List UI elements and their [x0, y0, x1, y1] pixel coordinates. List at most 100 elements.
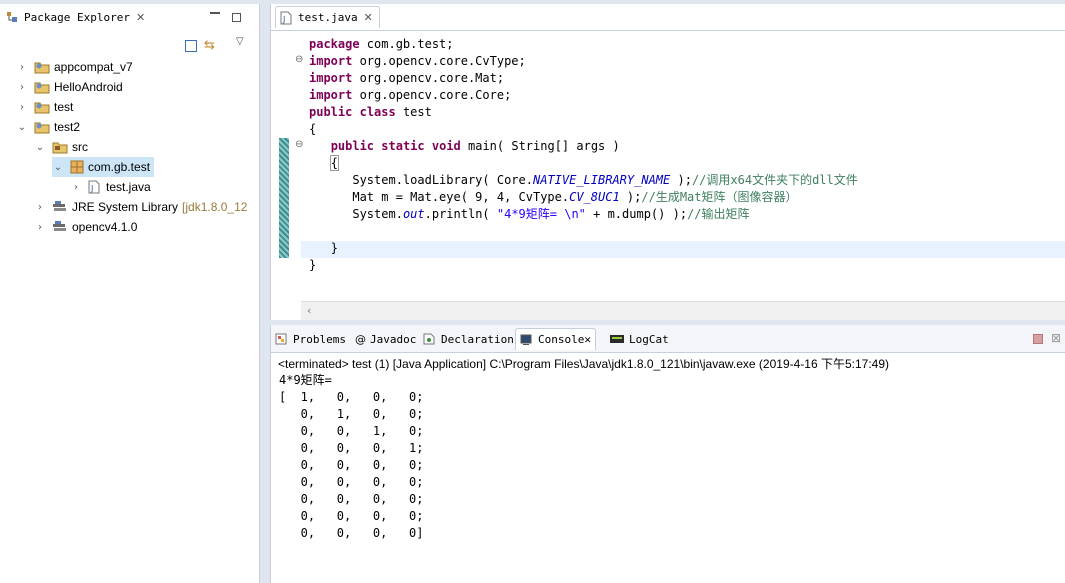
- tree-item-label: opencv4.1.0: [72, 220, 138, 234]
- library-icon: [52, 220, 68, 234]
- fold-collapse-icon[interactable]: ⊖: [295, 54, 303, 65]
- tree-item-label: test.java: [106, 180, 151, 194]
- code-line: {: [309, 122, 317, 136]
- tree-item-test-java[interactable]: › J test.java: [70, 177, 151, 197]
- horizontal-scrollbar[interactable]: ‹: [301, 301, 1065, 320]
- package-icon: [70, 160, 84, 174]
- terminate-icon[interactable]: [1033, 334, 1043, 344]
- tree-item-label: HelloAndroid: [54, 80, 123, 94]
- tree-item-test[interactable]: › test: [16, 97, 73, 117]
- remove-launch-icon[interactable]: ⊠: [1051, 331, 1061, 345]
- maximize-icon[interactable]: [232, 13, 241, 22]
- tree-item-jre-library[interactable]: › JRE System Library [jdk1.8.0_12: [34, 197, 247, 217]
- tab-label: Console: [538, 333, 585, 346]
- tab-label: LogCat: [629, 332, 669, 346]
- output-line: 0, 0, 1, 0;: [279, 424, 424, 438]
- console-output[interactable]: 4*9矩阵= [ 1, 0, 0, 0; 0, 1, 0, 0; 0, 0, 1,…: [279, 372, 424, 542]
- output-line: 0, 0, 0, 0;: [279, 475, 424, 489]
- link-with-editor-icon[interactable]: ⇆: [204, 38, 215, 53]
- expand-arrow-icon[interactable]: ›: [16, 82, 28, 93]
- expand-arrow-icon[interactable]: ›: [34, 222, 46, 233]
- terminated-status: <terminated> test (1) [Java Application]…: [278, 357, 889, 371]
- package-explorer-tab[interactable]: Package Explorer ✕: [6, 6, 145, 28]
- view-menu-icon[interactable]: ▽: [236, 36, 244, 47]
- expand-arrow-icon[interactable]: ›: [34, 202, 46, 213]
- code-line: }: [309, 258, 317, 272]
- project-icon: [34, 80, 50, 94]
- source-folder-icon: [52, 140, 68, 154]
- package-explorer-title: Package Explorer: [24, 10, 130, 24]
- tab-label: Declaration: [441, 332, 514, 346]
- package-explorer-tabbar: Package Explorer ✕: [0, 4, 259, 30]
- java-file-icon: J: [88, 180, 100, 194]
- code-line: import org.opencv.core.Mat;: [309, 71, 505, 85]
- tab-javadoc[interactable]: @ Javadoc: [355, 328, 416, 350]
- collapse-all-icon[interactable]: [185, 40, 197, 52]
- svg-text:J: J: [282, 15, 285, 24]
- tree-item-label: src: [72, 140, 88, 154]
- code-line: public static void main( String[] args ): [330, 139, 620, 153]
- tree-item-label: test: [54, 100, 74, 114]
- editor-tab-test-java[interactable]: J test.java ✕: [275, 6, 380, 28]
- tab-problems[interactable]: Problems: [275, 328, 346, 350]
- package-explorer-icon: [6, 11, 18, 23]
- editor-panel: J test.java ✕ ⊖ ⊖ package com.gb.test; im…: [270, 4, 1065, 320]
- change-marker: [279, 138, 289, 258]
- output-line: 0, 0, 0, 0;: [279, 458, 424, 472]
- overview-ruler: [277, 30, 291, 300]
- expand-arrow-icon[interactable]: ›: [16, 102, 28, 113]
- tree-item-test2[interactable]: ⌄ test2: [16, 117, 80, 137]
- project-open-icon: [34, 120, 50, 134]
- output-line: 0, 0, 0, 1;: [279, 441, 424, 455]
- collapse-arrow-icon[interactable]: ⌄: [34, 142, 46, 153]
- collapse-arrow-icon[interactable]: ⌄: [16, 122, 28, 133]
- tree-item-src[interactable]: ⌄ src: [34, 137, 88, 157]
- code-text[interactable]: package com.gb.test; import org.opencv.co…: [309, 36, 858, 274]
- output-line: [ 1, 0, 0, 0;: [279, 390, 424, 404]
- svg-text:J: J: [90, 184, 93, 193]
- package-explorer-panel: Package Explorer ✕ ⇆ ▽ › appcompat_v7 › …: [0, 4, 260, 583]
- code-line: import org.opencv.core.CvType;: [309, 54, 526, 68]
- expand-arrow-icon[interactable]: ›: [70, 182, 82, 193]
- close-icon[interactable]: ✕: [584, 333, 591, 346]
- console-icon: [520, 334, 532, 346]
- collapse-arrow-icon[interactable]: ⌄: [52, 162, 64, 173]
- tree-item-opencv[interactable]: › opencv4.1.0: [34, 217, 137, 237]
- expand-arrow-icon[interactable]: ›: [16, 62, 28, 73]
- project-icon: [34, 100, 50, 114]
- scroll-left-icon[interactable]: ‹: [307, 304, 311, 317]
- tree-item-helloandroid[interactable]: › HelloAndroid: [16, 77, 123, 97]
- console-panel: Problems @ Javadoc Declaration Console ✕…: [270, 325, 1065, 583]
- tree-item-appcompat[interactable]: › appcompat_v7: [16, 57, 133, 77]
- tree-item-label: JRE System Library: [72, 200, 179, 214]
- output-line: 0, 1, 0, 0;: [279, 407, 424, 421]
- tab-label: Javadoc: [370, 332, 417, 346]
- library-icon: [52, 200, 68, 214]
- code-line: package com.gb.test;: [309, 37, 454, 51]
- code-line: {: [329, 155, 339, 171]
- tree-item-label: com.gb.test: [88, 160, 151, 174]
- project-icon: [34, 60, 50, 74]
- tab-declaration[interactable]: Declaration: [423, 328, 514, 350]
- output-line: 0, 0, 0, 0]: [279, 526, 424, 540]
- declaration-icon: [423, 333, 435, 345]
- tab-console[interactable]: Console ✕: [515, 328, 596, 350]
- output-line: 0, 0, 0, 0;: [279, 492, 424, 506]
- tree-item-label: test2: [54, 120, 81, 134]
- code-line: System.loadLibrary( Core.NATIVE_LIBRARY_…: [352, 173, 858, 187]
- code-line: public class test: [309, 105, 432, 119]
- output-line: 0, 0, 0, 0;: [279, 509, 424, 523]
- fold-collapse-icon[interactable]: ⊖: [295, 139, 303, 150]
- tree-item-com-gb-test[interactable]: ⌄ com.gb.test: [52, 157, 155, 177]
- close-icon[interactable]: ✕: [364, 11, 373, 24]
- close-icon[interactable]: ✕: [136, 11, 145, 24]
- minimize-icon[interactable]: [210, 12, 220, 14]
- java-file-icon: J: [280, 11, 292, 25]
- output-line: 4*9矩阵=: [279, 373, 332, 387]
- code-line: }: [330, 241, 338, 255]
- tab-logcat[interactable]: LogCat: [609, 328, 669, 350]
- code-line: System.out.println( "4*9矩阵= \n" + m.dump…: [352, 207, 750, 221]
- javadoc-icon: @: [355, 332, 366, 346]
- editor-tabbar: J test.java ✕: [271, 4, 1065, 31]
